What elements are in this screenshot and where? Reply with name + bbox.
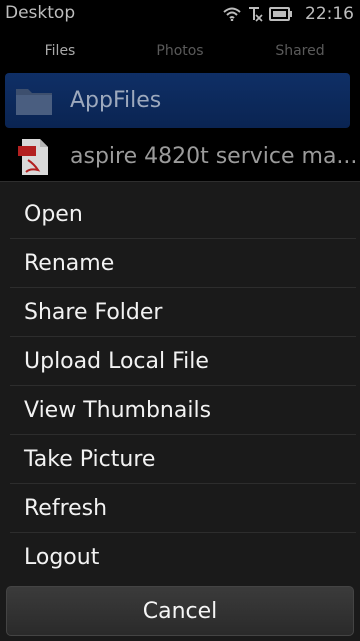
status-bar: Desktop 22:16 bbox=[0, 0, 360, 28]
menu-item-upload-local-file[interactable]: Upload Local File bbox=[10, 337, 356, 386]
list-item-label: aspire 4820t service ma... bbox=[70, 143, 358, 169]
menu-item-open[interactable]: Open bbox=[10, 190, 356, 239]
tab-bar: Files Photos Shared bbox=[0, 30, 360, 72]
tab-shared[interactable]: Shared bbox=[240, 30, 360, 72]
app-title: Desktop bbox=[5, 3, 76, 23]
list-item-appfiles[interactable]: AppFiles bbox=[5, 73, 350, 128]
menu-item-view-thumbnails[interactable]: View Thumbnails bbox=[10, 386, 356, 435]
list-item-pdf[interactable]: aspire 4820t service ma... bbox=[0, 128, 360, 184]
menu-item-label: Rename bbox=[24, 251, 115, 276]
menu-item-label: Upload Local File bbox=[24, 349, 209, 374]
no-signal-icon bbox=[247, 6, 263, 22]
tab-files[interactable]: Files bbox=[0, 30, 120, 72]
menu-item-label: Share Folder bbox=[24, 300, 163, 325]
menu-item-label: View Thumbnails bbox=[24, 398, 212, 423]
file-list: AppFiles aspire 4820t service ma... bbox=[0, 72, 360, 184]
menu-item-label: Refresh bbox=[24, 496, 108, 521]
menu-item-label: Open bbox=[24, 202, 83, 227]
pdf-file-icon bbox=[14, 138, 54, 175]
wifi-icon bbox=[223, 7, 241, 21]
menu-item-label: Take Picture bbox=[24, 447, 156, 472]
menu-item-logout[interactable]: Logout bbox=[10, 533, 356, 581]
tab-photos[interactable]: Photos bbox=[120, 30, 240, 72]
menu-item-rename[interactable]: Rename bbox=[10, 239, 356, 288]
clock: 22:16 bbox=[305, 4, 354, 24]
menu-item-share-folder[interactable]: Share Folder bbox=[10, 288, 356, 337]
cancel-button[interactable]: Cancel bbox=[6, 586, 354, 636]
menu-item-refresh[interactable]: Refresh bbox=[10, 484, 356, 533]
status-icons: 22:16 bbox=[223, 4, 354, 24]
folder-icon bbox=[14, 83, 54, 119]
battery-icon bbox=[269, 7, 293, 21]
list-item-label: AppFiles bbox=[70, 88, 162, 113]
menu-item-take-picture[interactable]: Take Picture bbox=[10, 435, 356, 484]
context-menu: Open Rename Share Folder Upload Local Fi… bbox=[0, 181, 360, 641]
menu-item-label: Logout bbox=[24, 545, 100, 570]
